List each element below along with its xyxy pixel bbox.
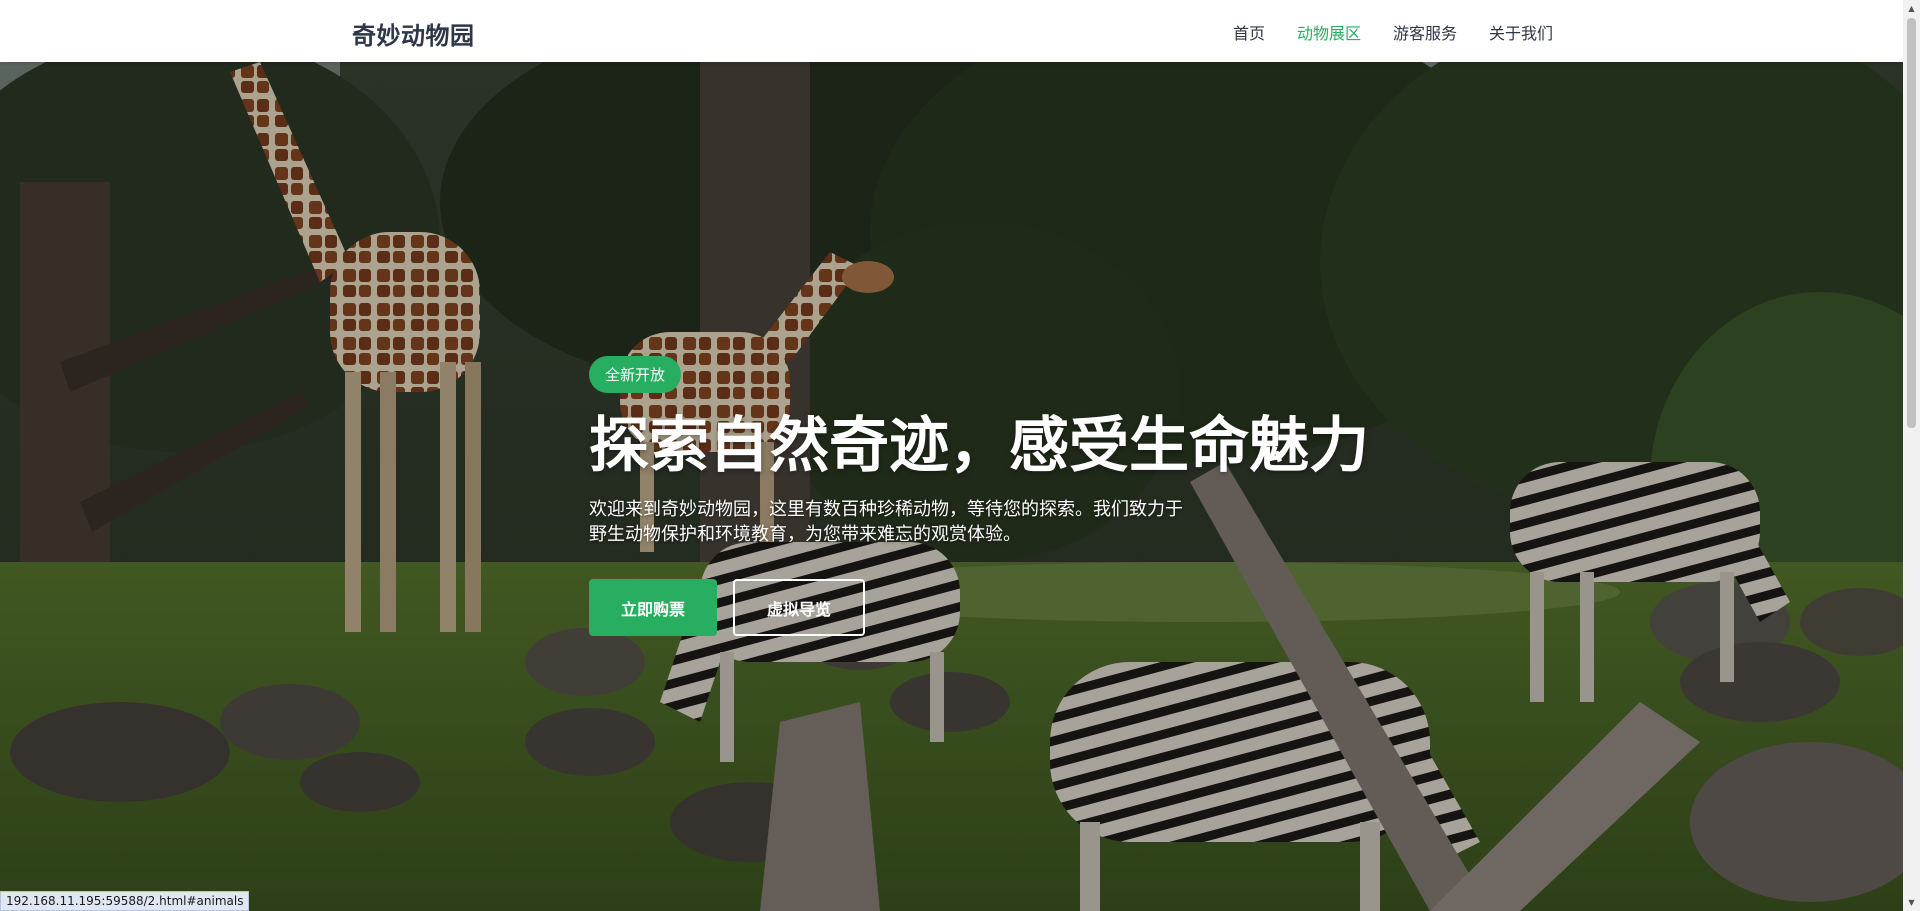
nav-links: 首页 动物展区 游客服务 关于我们 xyxy=(1233,20,1553,44)
nav-link-visitor-services[interactable]: 游客服务 xyxy=(1393,20,1457,44)
hero-description: 欢迎来到奇妙动物园，这里有数百种珍稀动物，等待您的探索。我们致力于野生动物保护和… xyxy=(589,499,1183,545)
top-navbar: 奇妙动物园 首页 动物展区 游客服务 关于我们 xyxy=(0,0,1903,62)
buy-tickets-button[interactable]: 立即购票 xyxy=(589,579,717,636)
brand-logo[interactable]: 奇妙动物园 xyxy=(352,16,475,51)
cta-button-row: 立即购票 虚拟导览 xyxy=(589,579,1349,636)
vertical-scrollbar[interactable]: ▲ ▼ xyxy=(1903,0,1920,911)
nav-link-home[interactable]: 首页 xyxy=(1233,20,1265,44)
scrollbar-thumb[interactable] xyxy=(1907,18,1916,428)
new-open-badge: 全新开放 xyxy=(589,356,682,393)
virtual-tour-button[interactable]: 虚拟导览 xyxy=(733,579,865,636)
scroll-up-arrow-icon[interactable]: ▲ xyxy=(1903,0,1920,17)
scroll-down-arrow-icon[interactable]: ▼ xyxy=(1903,894,1920,911)
nav-link-about[interactable]: 关于我们 xyxy=(1489,20,1553,44)
hero-title: 探索自然奇迹，感受生命魅力 xyxy=(589,411,1369,481)
page: 奇妙动物园 首页 动物展区 游客服务 关于我们 全新开放 探索自然奇迹，感受生命… xyxy=(0,0,1920,911)
nav-link-animals[interactable]: 动物展区 xyxy=(1297,20,1361,44)
status-bar-url: 192.168.11.195:59588/2.html#animals xyxy=(0,891,250,911)
hero-content: 全新开放 探索自然奇迹，感受生命魅力 欢迎来到奇妙动物园，这里有数百种珍稀动物，… xyxy=(589,356,1369,636)
